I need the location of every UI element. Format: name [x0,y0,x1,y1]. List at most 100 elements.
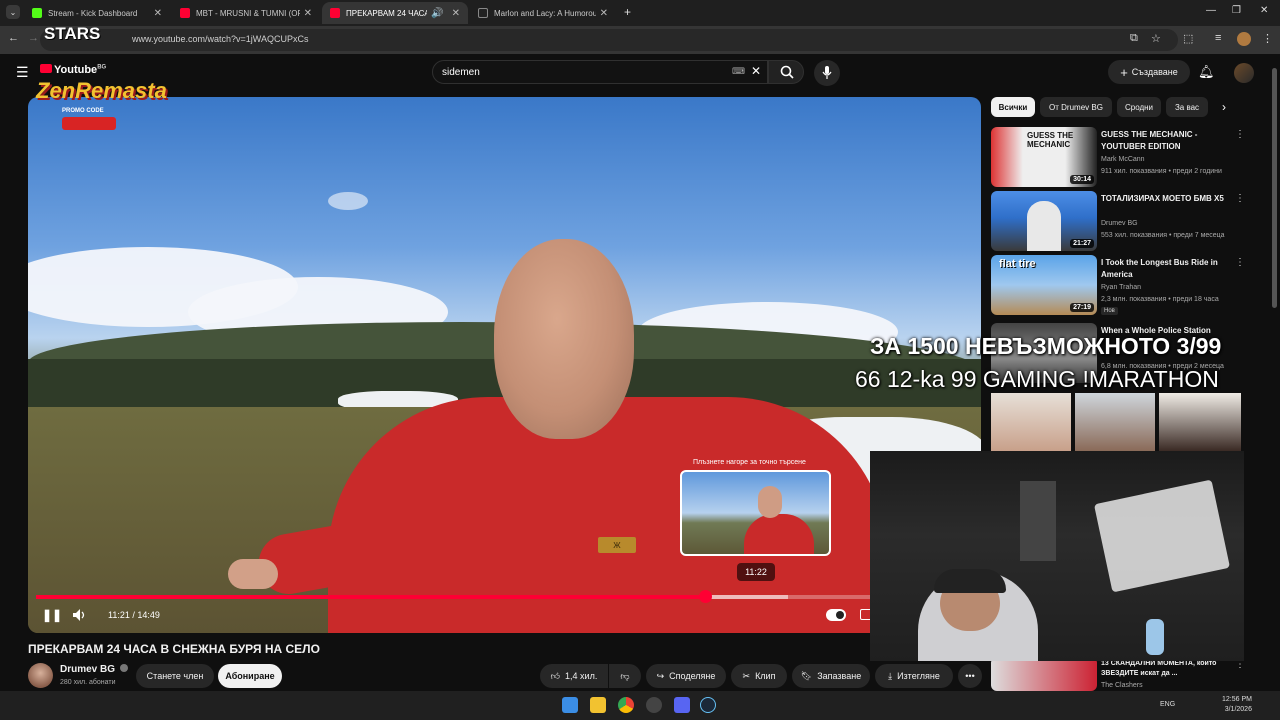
account-avatar[interactable] [1234,63,1254,83]
media-controls-icon[interactable]: ≡ [1215,32,1221,44]
close-tab-icon[interactable]: ✕ [452,8,460,19]
address-bar[interactable]: www.youtube.com/watch?v=1jWAQCUPxCs [40,29,1178,51]
browser-menu-icon[interactable]: ⋮ [1262,32,1273,45]
search-input[interactable]: sidemen ⌨ ✕ [432,60,768,84]
browser-tab-kick[interactable]: Stream - Kick Dashboard ✕ [24,2,170,24]
browser-tab-tiktok[interactable]: Marlon and Lacy: A Humorous ✕ [470,2,616,24]
search-button[interactable] [768,60,804,84]
cast-icon[interactable]: ⧉ [1130,32,1138,45]
more-actions-button[interactable]: ••• [958,664,982,688]
back-icon[interactable]: ← [8,32,19,44]
like-count: 1,4 хил. [565,671,598,681]
bookmark-star-icon[interactable]: ☆ [1151,32,1161,45]
video-duration: 21:27 [1070,239,1094,248]
input-language[interactable]: ENG [1160,701,1175,708]
recommendation-item[interactable]: 13 СКАНДАЛНИ МОМЕНТА, които ЗВЕЗДИТЕ иск… [991,657,1251,691]
recommendation-meta: 911 хил. показвания • преди 2 години [1101,168,1222,175]
kebab-menu-icon[interactable]: ⋮ [1235,129,1245,140]
profile-avatar[interactable] [1237,32,1251,46]
youtube-icon [180,8,190,18]
maximize-icon[interactable]: ❐ [1232,5,1241,16]
system-clock[interactable]: 12:56 PM 3/1/2026 [1222,695,1252,715]
clear-search-icon[interactable]: ✕ [751,64,761,78]
preview-jacket [744,514,814,554]
tab-title: Marlon and Lacy: A Humorous [494,8,596,18]
recommendation-thumbnail[interactable]: flat tire 27:19 [991,255,1097,315]
create-button[interactable]: + Създаване [1108,60,1190,84]
share-button[interactable]: ↪ Споделяне [646,664,726,688]
tab-title: ПРЕКАРВАМ 24 ЧАСА В СН [346,8,428,18]
video-player[interactable]: Ж [28,97,981,633]
buffered-bar [704,595,789,599]
save-button[interactable]: 🔖︎ Запазване [792,664,870,688]
discord-icon[interactable] [674,697,690,713]
stream-overlay-marathon-text: 66 12-ka 99 GAMING !MARATHON [855,366,1219,392]
sidebar-scrollbar[interactable] [1272,68,1277,308]
speaker-icon[interactable]: 🔊 [431,8,443,19]
clip-button[interactable]: ✂ Клип [731,664,787,688]
voice-search-button[interactable] [814,60,840,86]
steam-icon[interactable] [700,697,716,713]
new-badge: Нов [1101,307,1118,315]
kebab-menu-icon[interactable]: ⋮ [1235,257,1245,268]
join-label: Станете член [146,671,204,681]
stream-overlay-goal-text: ЗА 1500 НЕВЪЗМОЖНОТО 3/99 [870,333,1222,359]
jacket-badge: Ж [598,537,636,553]
youtube-logo: YoutubeBG [40,64,106,76]
chip-related[interactable]: Сродни [1117,97,1161,117]
like-button[interactable]: 👍︎ 1,4 хил. [540,664,608,688]
share-icon: ↪ [656,670,665,681]
notifications-bell-icon[interactable]: 🔔︎ [1198,64,1215,80]
pause-icon[interactable]: ❚❚ [42,608,62,622]
face-thumbnail [1075,393,1155,451]
recommendation-item[interactable]: flat tire 27:19 I Took the Longest Bus R… [991,255,1251,315]
recommendation-item[interactable]: GUESS THE MECHANIC 30:14 GUESS THE MECHA… [991,127,1251,187]
chip-from-channel[interactable]: От Drumev BG [1040,97,1112,117]
create-label: Създаване [1131,67,1178,77]
video-progress-bar[interactable] [36,595,872,599]
obs-icon[interactable] [646,697,662,713]
recommendation-thumbnail[interactable] [991,657,1097,691]
subscribe-button[interactable]: Абониране [218,664,282,688]
join-button[interactable]: Станете член [136,664,214,688]
browser-tab-mbt[interactable]: MBT - MRUSNI & TUMNI (OFFI ✕ [172,2,320,24]
chip-for-you[interactable]: За вас [1166,97,1208,117]
chips-next-arrow-icon[interactable]: › [1222,100,1226,114]
forward-icon[interactable]: → [28,32,39,44]
save-label: Запазване [817,671,862,681]
autoplay-toggle[interactable] [826,609,846,621]
extensions-icon[interactable]: ⬚ [1183,32,1193,45]
keyboard-icon[interactable]: ⌨ [732,66,745,77]
hamburger-menu-icon[interactable]: ☰ [16,64,29,81]
recommendation-item[interactable]: 21:27 ТОТАЛИЗИРАХ МОЕТО БМВ X5 Drumev BG… [991,191,1251,251]
recommendation-title: I Took the Longest Bus Ride in America [1101,258,1218,279]
download-button[interactable]: ⤓ Изтегляне [875,664,953,688]
close-tab-icon[interactable]: ✕ [600,8,608,19]
recommendation-thumbnail[interactable]: GUESS THE MECHANIC 30:14 [991,127,1097,187]
close-tab-icon[interactable]: ✕ [304,8,312,19]
channel-name-text: Drumev BG [60,664,116,675]
volume-icon[interactable] [72,608,86,622]
kebab-menu-icon[interactable]: ⋮ [1235,193,1245,204]
video-duration: 27:19 [1070,303,1094,312]
share-label: Споделяне [669,671,716,681]
recommendation-thumbnail-faces[interactable] [991,393,1241,451]
browser-tab-active-video[interactable]: ПРЕКАРВАМ 24 ЧАСА В СН 🔊 ✕ [322,2,468,24]
chip-label: За вас [1174,102,1200,112]
scrub-preview-thumbnail [680,470,831,556]
recommendation-thumbnail[interactable]: 21:27 [991,191,1097,251]
windows-start-icon[interactable] [562,697,578,713]
minimize-icon[interactable]: — [1206,5,1216,16]
close-window-icon[interactable]: ✕ [1260,5,1268,16]
chrome-icon[interactable] [618,697,634,713]
close-tab-icon[interactable]: ✕ [154,8,162,19]
channel-name[interactable]: Drumev BG [60,664,128,675]
kick-icon [32,8,42,18]
file-explorer-icon[interactable] [590,697,606,713]
chip-all[interactable]: Всички [991,97,1035,117]
dislike-button[interactable]: 👎︎ [609,664,641,688]
progress-scrubber-handle[interactable] [698,590,712,603]
channel-avatar[interactable] [28,663,53,688]
tab-search-dropdown-icon[interactable]: ⌄ [6,5,20,19]
new-tab-button[interactable]: + [624,5,631,19]
